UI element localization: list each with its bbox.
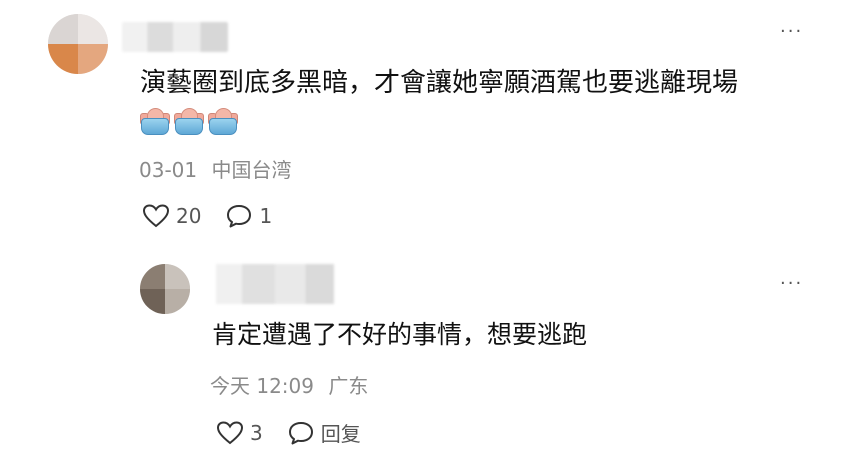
bathtub-emoji-icon <box>139 106 170 136</box>
bathtub-emoji-icon <box>173 106 204 136</box>
comment-bubble-icon <box>227 205 252 228</box>
more-options-icon[interactable]: ··· <box>780 22 803 42</box>
comment-bubble-icon <box>288 421 313 444</box>
reply-time: 今天 12:09 <box>210 374 314 398</box>
reply-username-blurred[interactable] <box>216 264 334 304</box>
heart-icon <box>216 420 244 444</box>
comment-meta: 03-01 中国台湾 <box>139 156 291 184</box>
more-options-icon[interactable]: ··· <box>780 274 803 294</box>
reply-text: 肯定遭遇了不好的事情，想要逃跑 <box>212 320 588 349</box>
reply-avatar[interactable] <box>140 264 190 314</box>
comment-actions: 20 1 <box>142 203 272 229</box>
reply-count: 1 <box>259 204 273 228</box>
reply-button[interactable]: 1 <box>225 203 272 229</box>
heart-icon <box>142 204 170 228</box>
emoji-row <box>139 106 238 136</box>
username-blurred[interactable] <box>122 22 228 52</box>
like-count: 20 <box>176 204 202 228</box>
comment-date: 03-01 <box>139 158 198 182</box>
reply-like-button[interactable]: 3 <box>216 420 263 446</box>
reply-actions: 3 回复 <box>216 418 361 447</box>
bathtub-emoji-icon <box>207 106 238 136</box>
like-button[interactable]: 20 <box>142 203 201 229</box>
reply-label: 回复 <box>320 422 361 446</box>
avatar[interactable] <box>48 14 108 74</box>
reply-meta: 今天 12:09 广东 <box>210 372 368 400</box>
reply-location: 广东 <box>328 374 369 398</box>
reply-reply-button[interactable]: 回复 <box>287 418 361 447</box>
comment-location: 中国台湾 <box>211 158 292 182</box>
comment-text: 演藝圈到底多黑暗，才會讓她寧願酒駕也要逃離現場 <box>140 68 739 98</box>
reply-like-count: 3 <box>250 420 263 445</box>
